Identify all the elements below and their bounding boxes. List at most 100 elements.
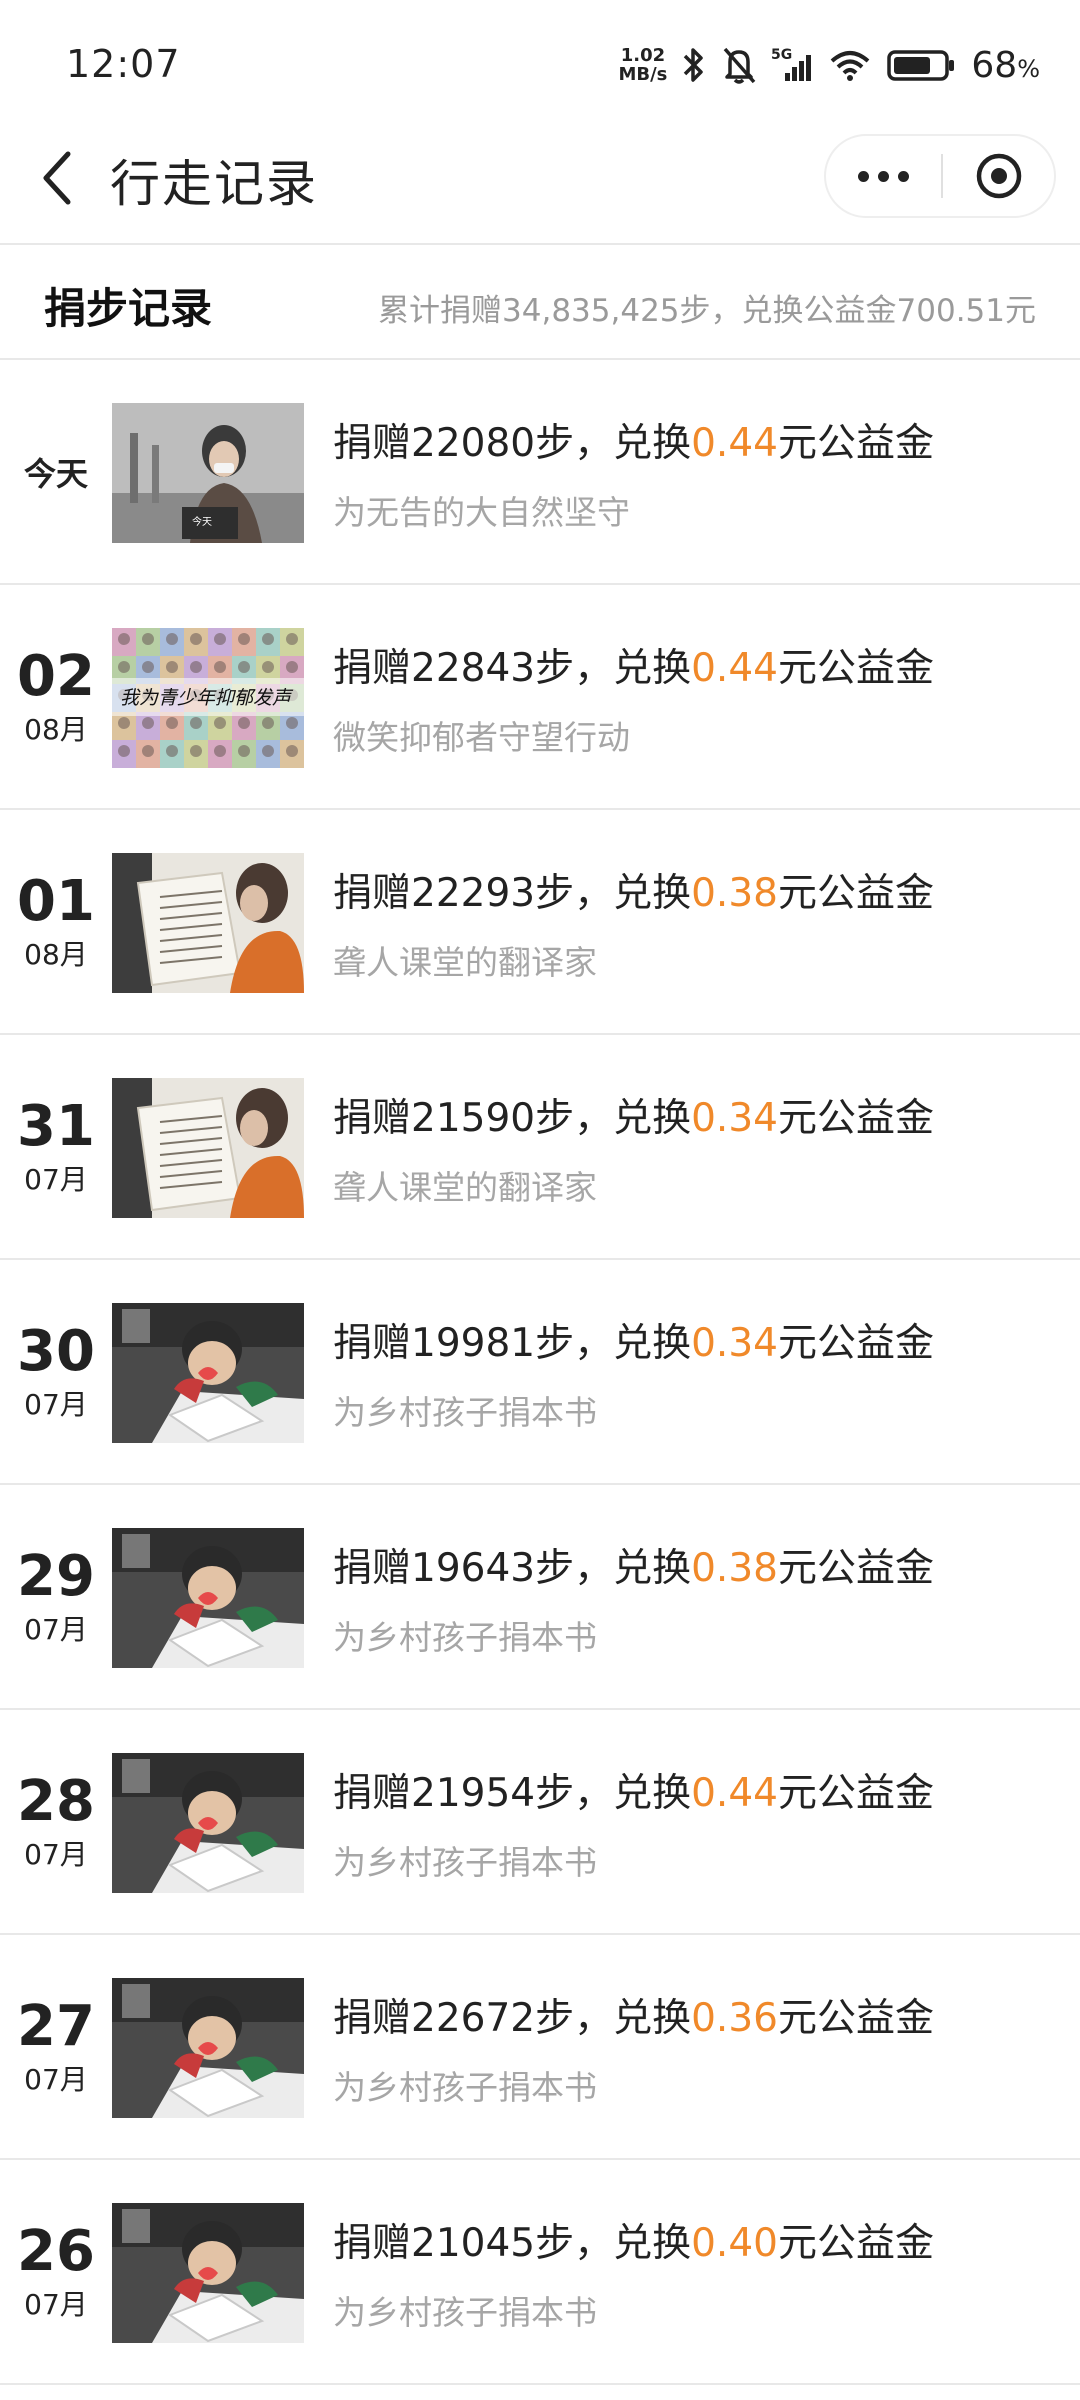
record-summary: 捐赠19643步，兑换0.38元公益金	[333, 1537, 934, 1593]
record-money-suffix: 元公益金	[777, 421, 934, 466]
record-steps: 21590	[411, 1096, 536, 1141]
record-item[interactable]: 01 08月 捐赠22293步，兑换0.38元公益金 聋人课堂的翻译家	[0, 810, 1080, 1035]
record-prefix: 捐赠	[333, 2221, 412, 2266]
more-button[interactable]	[826, 136, 941, 216]
record-steps-suffix: 步，兑换	[535, 646, 692, 691]
record-amount: 0.40	[691, 2221, 778, 2266]
record-date: 02 08月	[0, 585, 112, 808]
record-prefix: 捐赠	[333, 421, 412, 466]
record-amount: 0.38	[691, 1546, 778, 1591]
page-title: 行走记录	[110, 155, 318, 213]
status-icons: 1.02 MB/s 5G 68%	[618, 40, 1040, 90]
net-speed-unit: MB/s	[618, 64, 668, 85]
record-steps-suffix: 步，兑换	[535, 1546, 692, 1591]
record-summary: 捐赠22080步，兑换0.44元公益金	[333, 412, 934, 468]
back-button[interactable]	[28, 148, 88, 208]
record-date-day: 29	[17, 1543, 95, 1609]
record-steps: 21045	[411, 2221, 536, 2266]
record-project: 为乡村孩子捐本书	[333, 2068, 597, 2107]
record-date-month: 07月	[24, 2062, 88, 2096]
record-date-month: 07月	[24, 2287, 88, 2321]
donation-summary: 捐步记录 累计捐赠34,835,425步，兑换公益金700.51元	[0, 247, 1080, 360]
record-date-day: 01	[17, 868, 95, 934]
record-steps: 22672	[411, 1996, 536, 2041]
record-summary: 捐赠22672步，兑换0.36元公益金	[333, 1987, 934, 2043]
record-date-month: 07月	[24, 1387, 88, 1421]
record-project: 聋人课堂的翻译家	[333, 1168, 597, 1207]
thumbnail-image	[112, 1303, 304, 1443]
bluetooth-icon	[681, 45, 707, 85]
record-date-month: 08月	[24, 712, 88, 746]
record-project: 聋人课堂的翻译家	[333, 943, 597, 982]
record-prefix: 捐赠	[333, 1546, 412, 1591]
record-steps-suffix: 步，兑换	[535, 1996, 692, 2041]
record-amount: 0.44	[691, 1771, 778, 1816]
record-item[interactable]: 28 07月 捐赠21954步，兑换0.44元公益金 为乡村孩子捐本书	[0, 1710, 1080, 1935]
record-date: 30 07月	[0, 1260, 112, 1483]
record-steps-suffix: 步，兑换	[535, 871, 692, 916]
record-item[interactable]: 02 08月 我为青少年抑郁发声 捐赠22843步，兑换0.44元公益金 微笑抑…	[0, 585, 1080, 810]
record-steps: 19643	[411, 1546, 536, 1591]
record-amount: 0.34	[691, 1096, 778, 1141]
target-close-icon	[976, 153, 1021, 199]
record-item[interactable]: 26 07月 捐赠21045步，兑换0.40元公益金 为乡村孩子捐本书	[0, 2160, 1080, 2385]
thumbnail-image: 我为青少年抑郁发声	[112, 628, 304, 768]
chevron-left-icon	[43, 151, 71, 205]
record-project: 为无告的大自然坚守	[333, 493, 630, 532]
record-item[interactable]: 今天 今天 捐赠22080步，兑换0.44元公益金 为无告的大自然坚守	[0, 360, 1080, 585]
record-steps: 19981	[411, 1321, 536, 1366]
thumbnail-image	[112, 853, 304, 993]
thumbnail-image: 今天	[112, 403, 304, 543]
record-money-suffix: 元公益金	[777, 871, 934, 916]
record-date: 28 07月	[0, 1710, 112, 1933]
record-project: 为乡村孩子捐本书	[333, 1618, 597, 1657]
record-project: 为乡村孩子捐本书	[333, 1843, 597, 1882]
record-date-day: 30	[17, 1318, 95, 1384]
more-dots-icon	[858, 170, 869, 182]
record-summary: 捐赠21045步，兑换0.40元公益金	[333, 2212, 934, 2268]
record-prefix: 捐赠	[333, 871, 412, 916]
record-prefix: 捐赠	[333, 1771, 412, 1816]
record-prefix: 捐赠	[333, 1096, 412, 1141]
summary-total: 累计捐赠34,835,425步，兑换公益金700.51元	[378, 293, 1036, 329]
record-project: 微笑抑郁者守望行动	[333, 718, 630, 757]
network-label: 5G	[771, 47, 792, 63]
project-thumbnail	[112, 1978, 304, 2118]
net-speed-value: 1.02	[620, 45, 666, 66]
record-money-suffix: 元公益金	[777, 1321, 934, 1366]
record-date: 31 07月	[0, 1035, 112, 1258]
record-item[interactable]: 31 07月 捐赠21590步，兑换0.34元公益金 聋人课堂的翻译家	[0, 1035, 1080, 1260]
nav-bar: 行走记录	[0, 130, 1080, 245]
status-time: 12:07	[66, 42, 181, 86]
close-button[interactable]	[943, 136, 1054, 216]
record-money-suffix: 元公益金	[777, 646, 934, 691]
wifi-icon	[829, 45, 873, 85]
project-thumbnail	[112, 1528, 304, 1668]
record-prefix: 捐赠	[333, 1321, 412, 1366]
summary-title: 捐步记录	[44, 284, 213, 333]
record-item[interactable]: 30 07月 捐赠19981步，兑换0.34元公益金 为乡村孩子捐本书	[0, 1260, 1080, 1485]
record-item[interactable]: 27 07月 捐赠22672步，兑换0.36元公益金 为乡村孩子捐本书	[0, 1935, 1080, 2160]
battery-level: 68%	[971, 45, 1040, 86]
mini-program-capsule	[824, 134, 1056, 218]
record-steps-suffix: 步，兑换	[535, 1771, 692, 1816]
record-steps: 22843	[411, 646, 536, 691]
record-summary: 捐赠21590步，兑换0.34元公益金	[333, 1087, 934, 1143]
record-steps-suffix: 步，兑换	[535, 421, 692, 466]
record-steps: 22293	[411, 871, 536, 916]
thumbnail-image	[112, 1753, 304, 1893]
record-money-suffix: 元公益金	[777, 2221, 934, 2266]
record-steps-suffix: 步，兑换	[535, 2221, 692, 2266]
record-date-month: 07月	[24, 1162, 88, 1196]
record-money-suffix: 元公益金	[777, 1096, 934, 1141]
project-thumbnail	[112, 1078, 304, 1218]
project-thumbnail	[112, 1753, 304, 1893]
record-date: 26 07月	[0, 2160, 112, 2383]
record-item[interactable]: 29 07月 捐赠19643步，兑换0.38元公益金 为乡村孩子捐本书	[0, 1485, 1080, 1710]
record-date: 29 07月	[0, 1485, 112, 1708]
record-summary: 捐赠21954步，兑换0.44元公益金	[333, 1762, 934, 1818]
thumbnail-image	[112, 1078, 304, 1218]
record-prefix: 捐赠	[333, 1996, 412, 2041]
record-amount: 0.34	[691, 1321, 778, 1366]
project-thumbnail: 我为青少年抑郁发声	[112, 628, 304, 768]
